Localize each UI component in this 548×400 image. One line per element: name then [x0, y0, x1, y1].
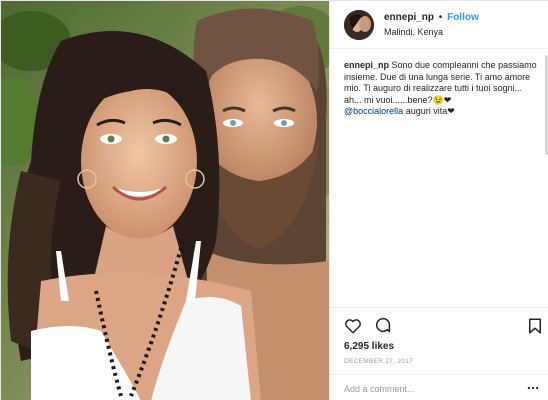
separator-dot: •: [438, 12, 443, 23]
caption-mention-text: auguri vita❤: [405, 106, 455, 116]
caption-mention[interactable]: @boccialorella: [344, 106, 403, 116]
post-caption: ennepi_np Sono due compleanni che passia…: [344, 60, 540, 118]
avatar-image: [344, 10, 374, 40]
username-link[interactable]: ennepi_np: [384, 12, 434, 23]
heart-icon[interactable]: [344, 317, 362, 335]
likes-count[interactable]: 6,295 likes: [344, 341, 394, 352]
post-photo[interactable]: [1, 1, 329, 400]
post-date: DECEMBER 27, 2017: [344, 358, 414, 365]
post-header: ennepi_np • Follow Malindi, Kenya: [330, 1, 548, 49]
caption-username[interactable]: ennepi_np: [344, 60, 389, 70]
couple-selfie-image: [1, 1, 329, 400]
location-link[interactable]: Malindi, Kenya: [384, 27, 443, 37]
comment-input[interactable]: [344, 382, 514, 396]
post-sidebar: ennepi_np • Follow Malindi, Kenya ennepi…: [329, 1, 548, 400]
avatar[interactable]: [344, 10, 374, 40]
user-line: ennepi_np • Follow: [384, 12, 479, 23]
post-actions: 6,295 likes DECEMBER 27, 2017: [330, 307, 548, 400]
instagram-post: ennepi_np • Follow Malindi, Kenya ennepi…: [0, 0, 548, 400]
follow-button[interactable]: Follow: [447, 12, 479, 23]
more-options-icon[interactable]: [526, 381, 540, 395]
bookmark-icon[interactable]: [526, 317, 544, 335]
comment-row: [330, 374, 548, 400]
comment-bubble-icon[interactable]: [374, 317, 392, 335]
